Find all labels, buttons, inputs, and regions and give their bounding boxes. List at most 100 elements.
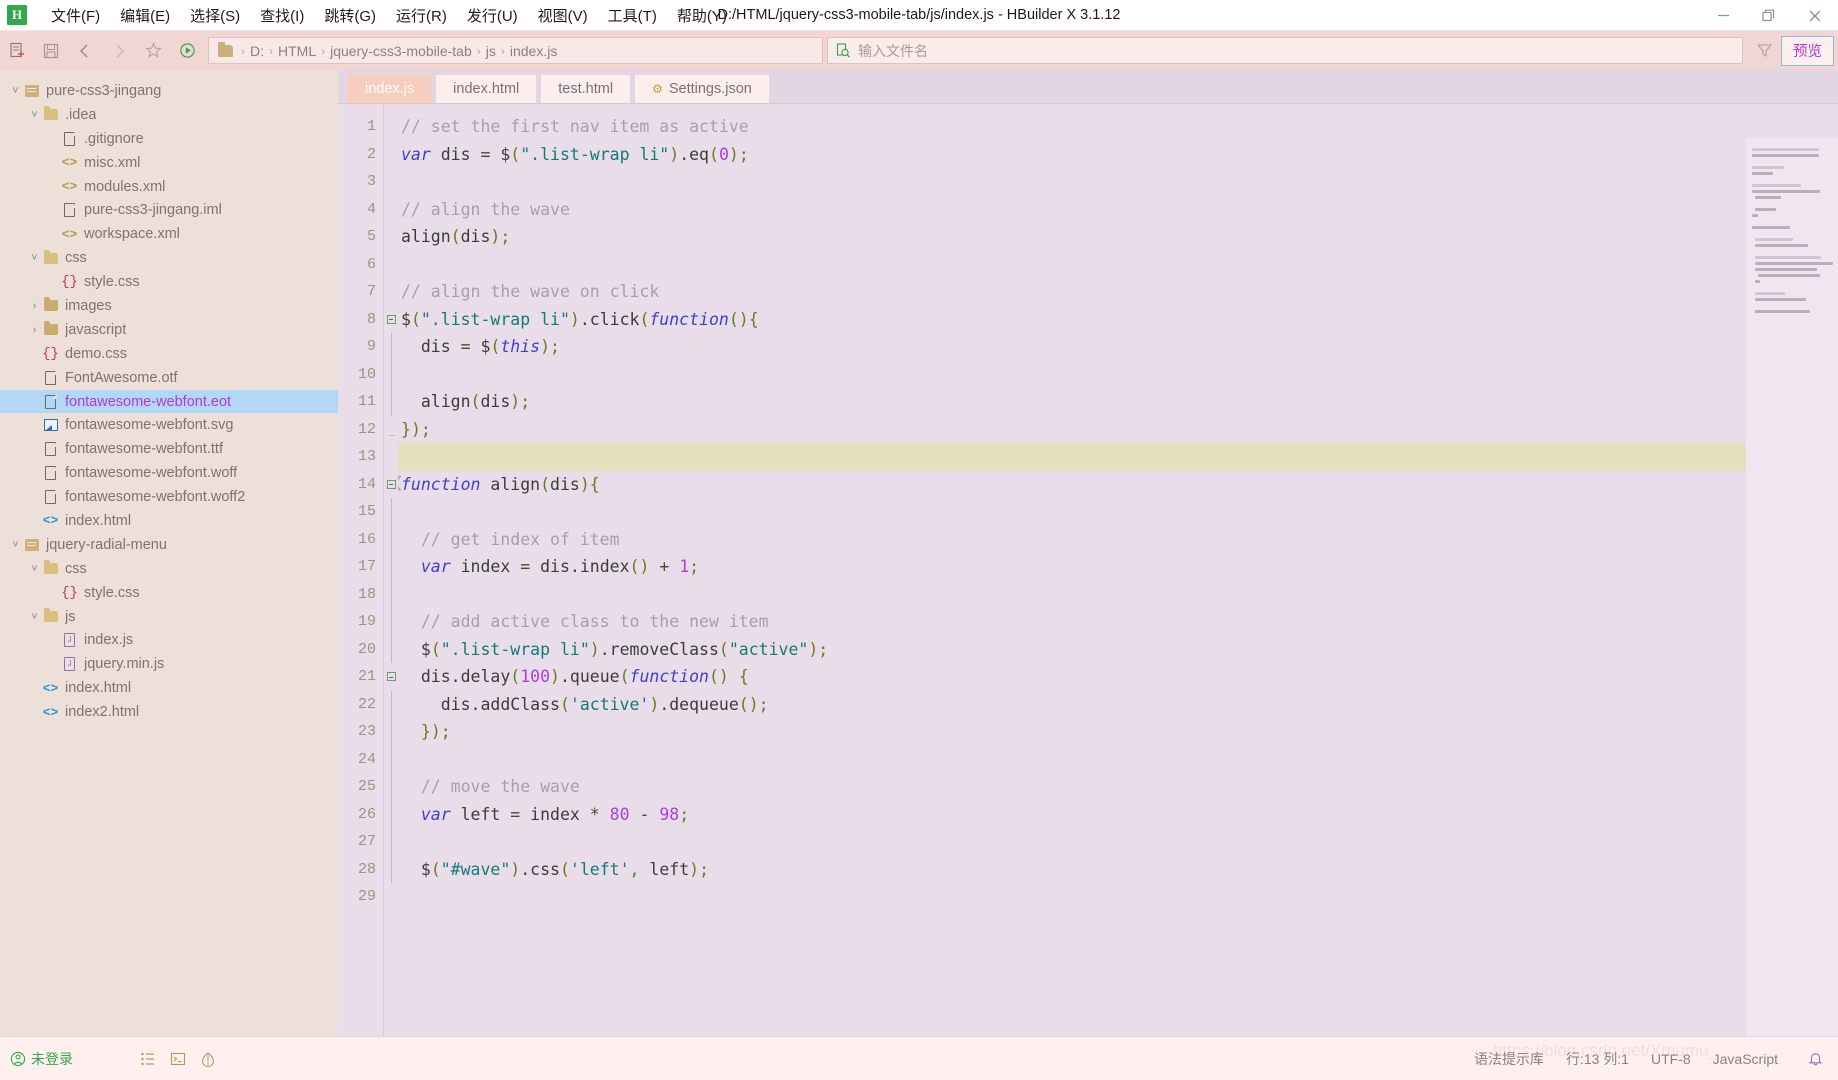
menu-select[interactable]: 选择(S): [180, 2, 250, 29]
code-line[interactable]: [398, 883, 1838, 911]
code-line[interactable]: function align(dis){: [398, 471, 1838, 499]
breadcrumb[interactable]: › D: › HTML › jquery-css3-mobile-tab › js › index…: [208, 37, 823, 64]
filename-search-input[interactable]: 输入文件名: [827, 37, 1743, 64]
fold-collapse-arrow[interactable]: ❮: [398, 467, 404, 497]
editor-tab[interactable]: index.html: [436, 75, 537, 103]
menu-goto[interactable]: 跳转(G): [314, 2, 386, 29]
tree-item[interactable]: .gitignore: [0, 127, 338, 151]
code-line[interactable]: var left = index * 80 - 98;: [398, 801, 1838, 829]
star-icon[interactable]: [136, 36, 170, 66]
tree-item[interactable]: ˅ jquery-radial-menu: [0, 533, 338, 557]
save-icon[interactable]: [34, 36, 68, 66]
code-line[interactable]: [398, 168, 1838, 196]
chevron-down-icon[interactable]: ˅: [27, 611, 42, 623]
tree-item[interactable]: fontawesome-webfont.eot: [0, 389, 338, 414]
tree-item[interactable]: {} style.css: [0, 270, 338, 294]
tree-item[interactable]: fontawesome-webfont.ttf: [0, 437, 338, 461]
minimap[interactable]: [1746, 138, 1838, 1036]
code-line[interactable]: var dis = $(".list-wrap li").eq(0);: [398, 141, 1838, 169]
code-line[interactable]: // add active class to the new item: [398, 608, 1838, 636]
code-line[interactable]: $("#wave").css('left', left);: [398, 856, 1838, 884]
chevron-right-icon[interactable]: ›: [27, 324, 42, 336]
tree-item[interactable]: fontawesome-webfont.woff: [0, 461, 338, 485]
code-line[interactable]: [398, 746, 1838, 774]
chevron-right-icon[interactable]: ›: [27, 300, 42, 312]
outline-icon[interactable]: [133, 1044, 163, 1074]
tree-item[interactable]: fontawesome-webfont.woff2: [0, 485, 338, 509]
code-content[interactable]: // set the first nav item as active var d…: [398, 104, 1838, 1036]
code-line[interactable]: // get index of item: [398, 526, 1838, 554]
menu-tools[interactable]: 工具(T): [598, 2, 667, 29]
code-line[interactable]: align(dis);: [398, 223, 1838, 251]
tree-item[interactable]: ˅ pure-css3-jingang: [0, 79, 338, 103]
tree-item[interactable]: ˅ js: [0, 605, 338, 629]
code-line[interactable]: [398, 251, 1838, 279]
code-line[interactable]: });: [398, 416, 1838, 444]
code-line[interactable]: dis.addClass('active').dequeue();: [398, 691, 1838, 719]
code-line[interactable]: dis = $(this);: [398, 333, 1838, 361]
tree-item[interactable]: index.js: [0, 628, 338, 652]
syntax-library-label[interactable]: 语法提示库: [1474, 1049, 1544, 1069]
fold-toggle[interactable]: [384, 471, 398, 499]
maximize-button[interactable]: [1746, 0, 1792, 31]
editor-tab[interactable]: ⚙ Settings.json: [635, 75, 769, 103]
menu-run[interactable]: 运行(R): [386, 2, 457, 29]
fold-toggle[interactable]: [384, 306, 398, 334]
code-line[interactable]: [398, 581, 1838, 609]
minimize-button[interactable]: [1700, 0, 1746, 31]
code-line[interactable]: // align the wave: [398, 196, 1838, 224]
code-line[interactable]: dis.delay(100).queue(function() {: [398, 663, 1838, 691]
code-line[interactable]: [398, 361, 1838, 389]
tree-item[interactable]: <> index.html: [0, 676, 338, 700]
tree-item[interactable]: <> misc.xml: [0, 151, 338, 175]
encoding-label[interactable]: UTF-8: [1651, 1051, 1691, 1067]
breadcrumb-item[interactable]: index.js: [510, 43, 557, 59]
cursor-position[interactable]: 行:13 列:1: [1566, 1049, 1629, 1069]
tree-item[interactable]: jquery.min.js: [0, 652, 338, 676]
plugin-icon[interactable]: [193, 1044, 223, 1074]
run-icon[interactable]: [170, 36, 204, 66]
new-file-icon[interactable]: [0, 36, 34, 66]
chevron-down-icon[interactable]: ˅: [27, 563, 42, 575]
menu-view[interactable]: 视图(V): [528, 2, 598, 29]
code-line[interactable]: // align the wave on click: [398, 278, 1838, 306]
code-line[interactable]: align(dis);: [398, 388, 1838, 416]
chevron-down-icon[interactable]: ˅: [27, 252, 42, 264]
code-line[interactable]: });: [398, 718, 1838, 746]
code-line[interactable]: $(".list-wrap li").removeClass("active")…: [398, 636, 1838, 664]
terminal-icon[interactable]: [163, 1044, 193, 1074]
chevron-down-icon[interactable]: ˅: [8, 85, 23, 97]
tree-item[interactable]: › javascript: [0, 318, 338, 342]
tree-item[interactable]: {} style.css: [0, 581, 338, 605]
menu-publish[interactable]: 发行(U): [457, 2, 528, 29]
menu-file[interactable]: 文件(F): [41, 2, 110, 29]
language-label[interactable]: JavaScript: [1713, 1051, 1778, 1067]
tree-item[interactable]: <> workspace.xml: [0, 222, 338, 246]
filter-icon[interactable]: [1747, 36, 1781, 66]
breadcrumb-item[interactable]: js: [486, 43, 496, 59]
menu-find[interactable]: 查找(I): [250, 2, 314, 29]
tree-item[interactable]: ˅ css: [0, 246, 338, 270]
code-line[interactable]: var index = dis.index() + 1;: [398, 553, 1838, 581]
menu-edit[interactable]: 编辑(E): [110, 2, 180, 29]
breadcrumb-item[interactable]: HTML: [278, 43, 316, 59]
breadcrumb-item[interactable]: jquery-css3-mobile-tab: [330, 43, 472, 59]
code-line[interactable]: $(".list-wrap li").click(function(){: [398, 306, 1838, 334]
bell-icon[interactable]: [1800, 1044, 1830, 1074]
tree-item[interactable]: › images: [0, 294, 338, 318]
tree-item[interactable]: ˅ .idea: [0, 103, 338, 127]
code-line[interactable]: [398, 498, 1838, 526]
login-status[interactable]: 未登录: [10, 1049, 73, 1069]
breadcrumb-item[interactable]: D:: [250, 43, 264, 59]
code-line[interactable]: [398, 443, 1838, 471]
tree-item[interactable]: {} demo.css: [0, 342, 338, 366]
tree-item[interactable]: pure-css3-jingang.iml: [0, 198, 338, 222]
tree-item[interactable]: <> modules.xml: [0, 175, 338, 199]
code-view[interactable]: 1 2 3 4 5 6 7 8 9 10 11 12 13 14 15 16 17 18 19 20 21 22 23 24 2…: [338, 104, 1838, 1036]
tree-item[interactable]: <> index.html: [0, 509, 338, 533]
editor-tab[interactable]: test.html: [541, 75, 631, 103]
close-button[interactable]: [1792, 0, 1838, 31]
code-line[interactable]: // set the first nav item as active: [398, 113, 1838, 141]
code-line[interactable]: [398, 828, 1838, 856]
forward-icon[interactable]: [102, 36, 136, 66]
